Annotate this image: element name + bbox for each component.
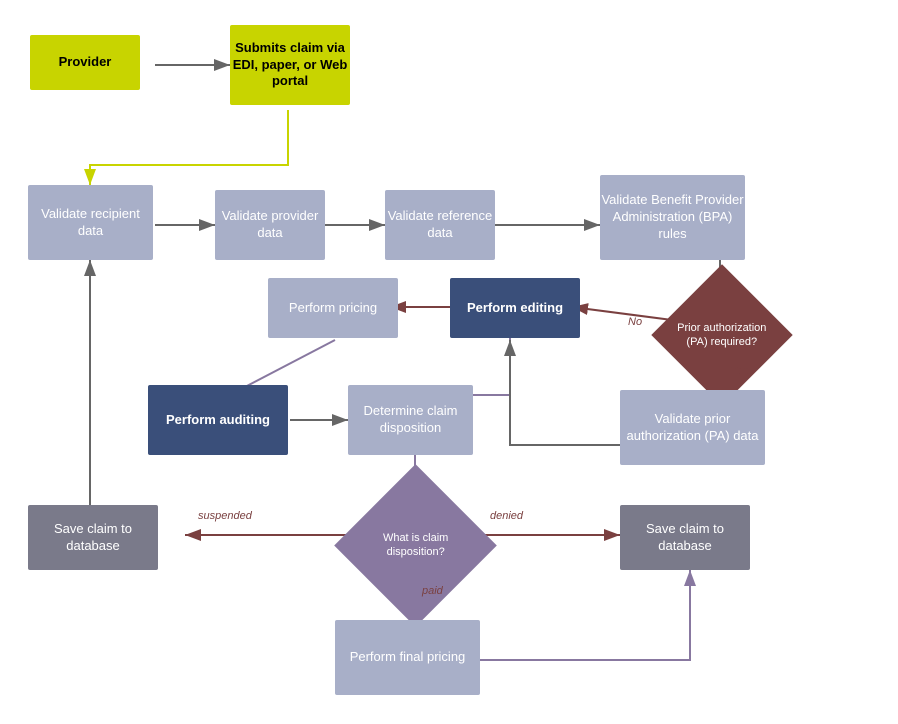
validate-reference-node: Validate reference data [385, 190, 495, 260]
no-label: No [628, 316, 642, 328]
prior-auth-diamond: Prior authorization (PA) required? [651, 264, 792, 405]
flowchart-diagram: Provider Submits claim via EDI, paper, o… [0, 0, 898, 724]
validate-recipient-node: Validate recipient data [28, 185, 153, 260]
denied-label: denied [490, 510, 523, 522]
provider-node: Provider [30, 35, 140, 90]
paid-label: paid [422, 585, 443, 597]
save-claim-left-node: Save claim to database [28, 505, 158, 570]
perform-pricing-node: Perform pricing [268, 278, 398, 338]
suspended-label: suspended [198, 510, 252, 522]
determine-claim-node: Determine claim disposition [348, 385, 473, 455]
save-claim-right-node: Save claim to database [620, 505, 750, 570]
perform-final-node: Perform final pricing [335, 620, 480, 695]
validate-pa-node: Validate prior authorization (PA) data [620, 390, 765, 465]
submits-claim-node: Submits claim via EDI, paper, or Web por… [230, 25, 350, 105]
perform-editing-node: Perform editing [450, 278, 580, 338]
perform-auditing-node: Perform auditing [148, 385, 288, 455]
validate-provider-node: Validate provider data [215, 190, 325, 260]
what-is-claim-diamond: What is claim disposition? [334, 464, 497, 627]
yes-label: Yes [730, 365, 748, 377]
validate-bpa-node: Validate Benefit Provider Administration… [600, 175, 745, 260]
